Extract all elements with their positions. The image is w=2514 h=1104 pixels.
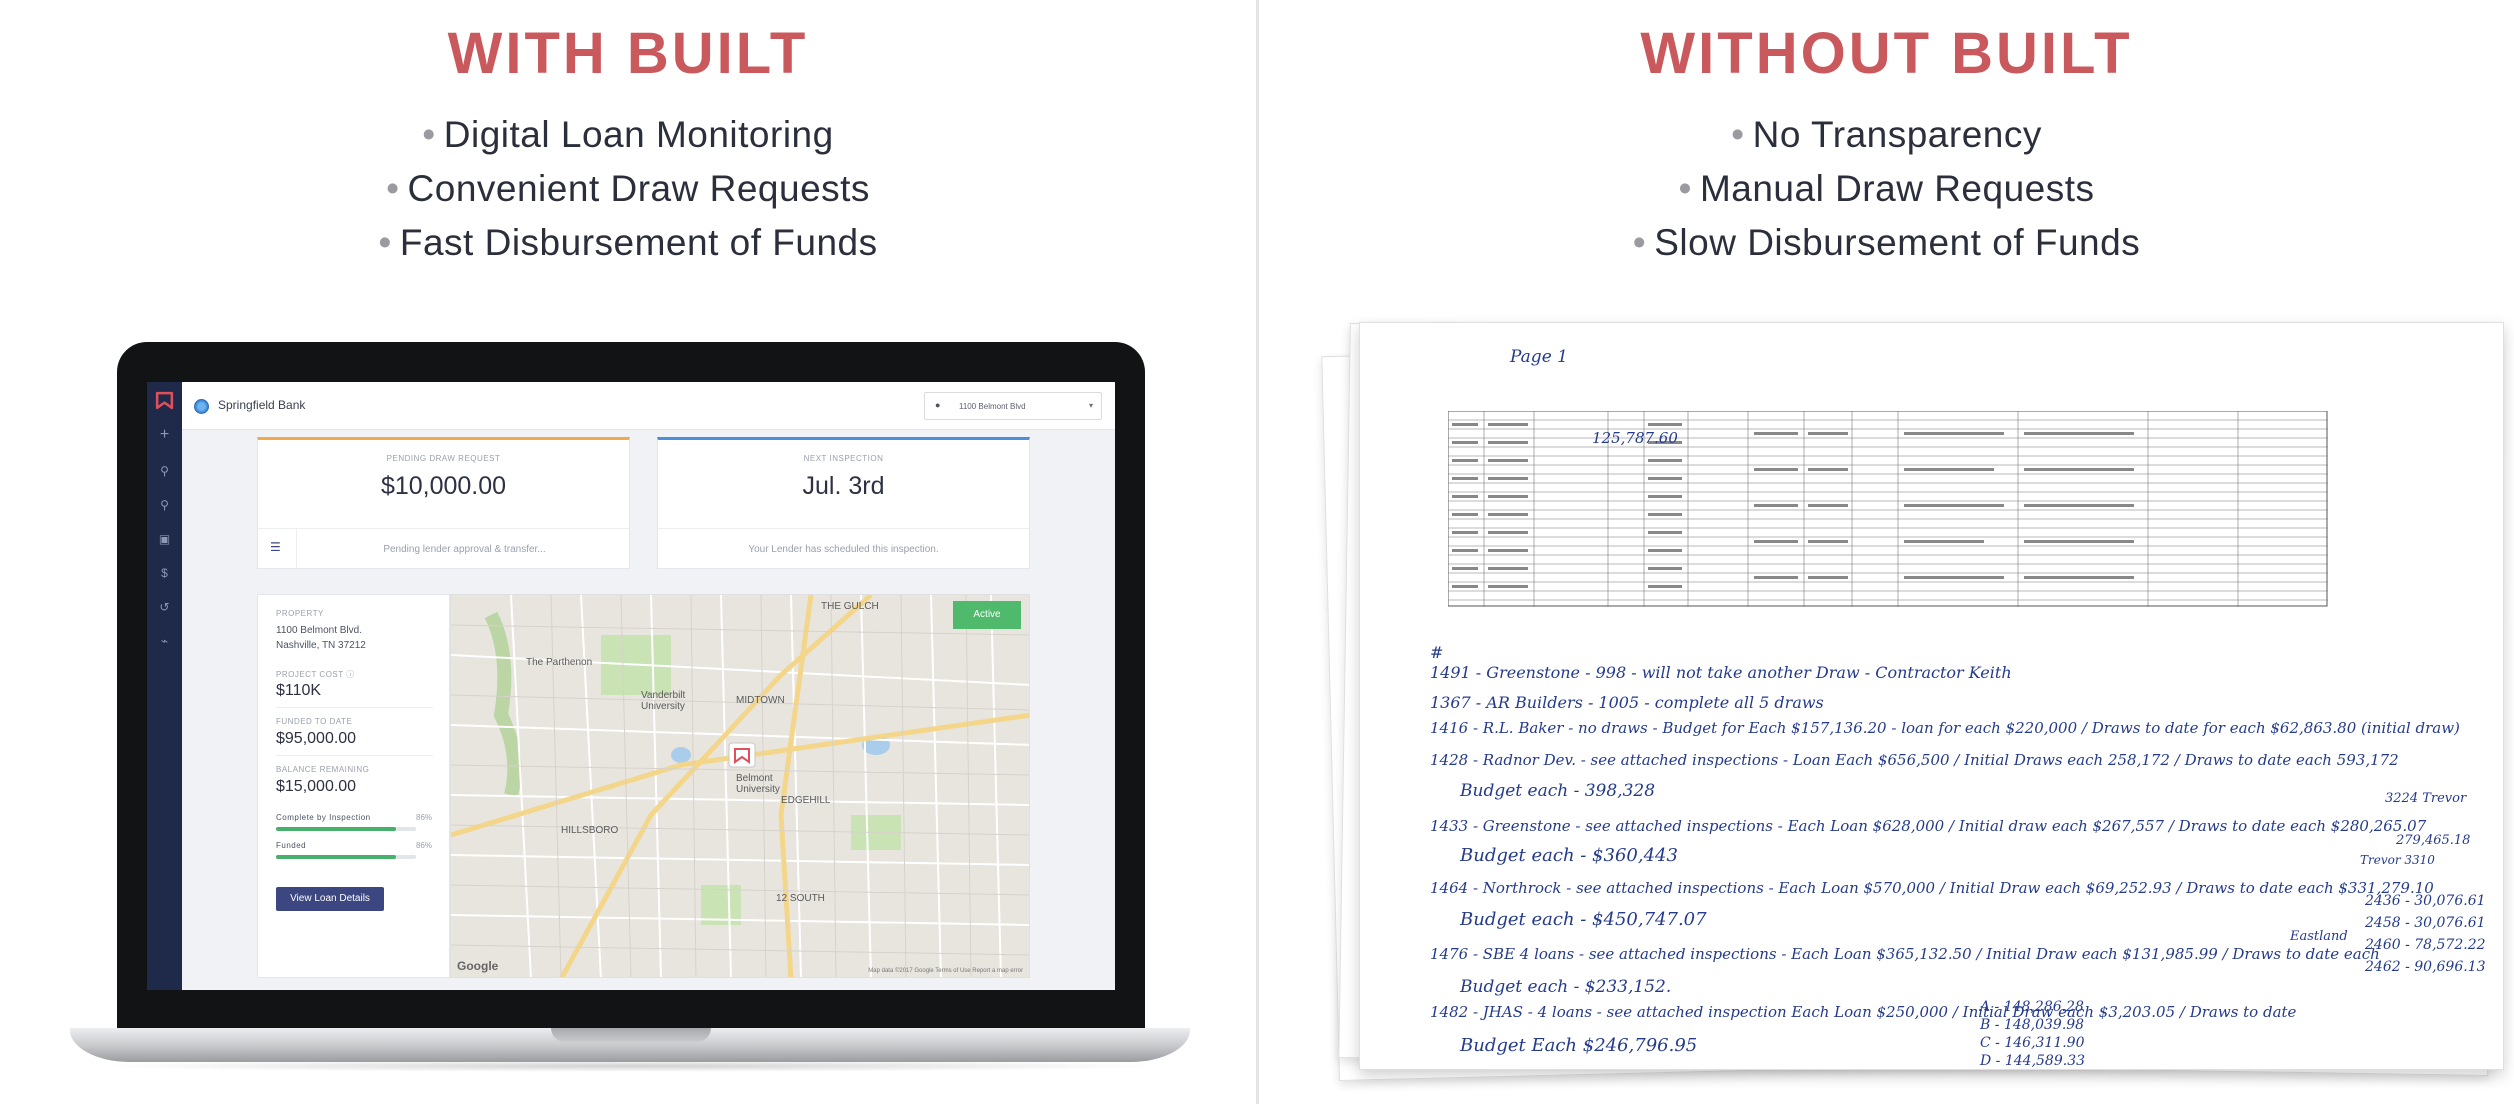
chart-icon[interactable]: ⌁ [147, 634, 182, 648]
note-line: Budget each - $360,443 [1460, 845, 1678, 866]
drawback-item: • No Transparency [1731, 114, 2042, 155]
info-icon[interactable]: ⓘ [346, 670, 355, 679]
plus-icon[interactable]: + [147, 427, 182, 443]
note-line: Budget Each $246,796.95 [1460, 1035, 1698, 1056]
with-built-panel: WITH BUILT • Digital Loan Monitoring • Con… [0, 0, 1256, 1104]
bank-logo-icon [194, 399, 209, 414]
laptop-notch [551, 1028, 711, 1042]
project-cost: $110K [276, 682, 322, 699]
without-built-drawbacks: • No Transparency • Manual Draw Requests •… [1259, 108, 2514, 270]
without-built-heading: WITHOUT BUILT [1640, 21, 2133, 86]
benefit-item: • Digital Loan Monitoring [422, 114, 834, 155]
list-icon[interactable]: ☰ [270, 540, 281, 554]
note-line: Budget each - 398,328 [1460, 781, 1656, 801]
google-logo: Google [457, 959, 499, 973]
completion-progress-bar [276, 827, 416, 831]
property-address-line2: Nashville, TN 37212 [276, 640, 366, 651]
funded-progress-bar [276, 855, 416, 859]
property-map[interactable]: THE GULCH EDGEHILL MIDTOWN Vanderbilt Un… [450, 594, 1030, 978]
view-loan-details-button[interactable]: View Loan Details [276, 887, 384, 911]
status-badge: Active [953, 601, 1021, 629]
note-line: 1433 - Greenstone - see attached inspect… [1430, 817, 2427, 835]
app-topbar: Springfield Bank ● 1100 Belmont Blvd ▾ [182, 382, 1115, 430]
note-line: 1476 - SBE 4 loans - see attached inspec… [1430, 945, 2380, 963]
dollar-icon[interactable]: $ [147, 566, 182, 580]
next-inspection-date: Jul. 3rd [802, 472, 885, 500]
note-line: 1491 - Greenstone - 998 - will not take … [1430, 663, 2012, 682]
without-built-panel: WITHOUT BUILT • No Transparency • Manual D… [1259, 0, 2514, 1104]
bank-name: Springfield Bank [218, 398, 306, 412]
map-attribution[interactable]: Map data ©2017 Google Terms of Use Repor… [868, 968, 1023, 974]
location-pin-icon[interactable]: ⚲ [147, 464, 182, 478]
with-built-heading: WITH BUILT [447, 21, 809, 86]
note-line: 1416 - R.L. Baker - no draws - Budget fo… [1430, 719, 2460, 737]
note-line: Budget each - $450,747.07 [1460, 909, 1707, 930]
pending-draw-card[interactable]: PENDING DRAW REQUEST $10,000.00 ☰ Pendin… [257, 437, 630, 569]
app-sidebar: + ⚲ ⚲ ▣ $ ↺ ⌁ [147, 382, 182, 990]
funded-to-date: $95,000.00 [276, 730, 357, 747]
benefit-item: • Convenient Draw Requests [386, 168, 870, 209]
next-inspection-card[interactable]: NEXT INSPECTION Jul. 3rd Your Lender has… [657, 437, 1030, 569]
drawback-item: • Manual Draw Requests [1678, 168, 2095, 209]
property-address-line1: 1100 Belmont Blvd. [276, 625, 362, 636]
with-built-benefits: • Digital Loan Monitoring • Convenient Dra… [0, 108, 1256, 270]
note-line: 1482 - JHAS - 4 loans - see attached ins… [1430, 1003, 2297, 1021]
history-icon[interactable]: ↺ [147, 600, 182, 614]
note-line: 1428 - Radnor Dev. - see attached inspec… [1430, 751, 2399, 769]
note-line: 1464 - Northrock - see attached inspecti… [1430, 879, 2434, 897]
balance-remaining: $15,000.00 [276, 778, 357, 795]
property-address-select[interactable]: ● 1100 Belmont Blvd ▾ [924, 392, 1102, 420]
location-pin-icon: ● [935, 400, 941, 410]
property-details-card: PROPERTY 1100 Belmont Blvd. Nashville, T… [257, 594, 450, 978]
camera-icon[interactable]: ▣ [147, 532, 182, 546]
printed-spreadsheet [1448, 411, 2328, 607]
note-line: Budget each - $233,152. [1460, 977, 1672, 997]
chevron-down-icon: ▾ [1088, 401, 1093, 410]
note-line: 1367 - AR Builders - 1005 - complete all… [1430, 693, 1824, 712]
drawback-item: • Slow Disbursement of Funds [1632, 222, 2141, 263]
handwritten-document: Page 1 125,787.60 # 1491 - Greenstone - … [1359, 322, 2504, 1070]
search-icon[interactable]: ⚲ [147, 498, 182, 512]
built-logo-icon[interactable] [154, 390, 175, 411]
benefit-item: • Fast Disbursement of Funds [378, 222, 878, 263]
pending-draw-amount: $10,000.00 [380, 472, 507, 500]
page-number: Page 1 [1510, 347, 1568, 367]
app-screen: + ⚲ ⚲ ▣ $ ↺ ⌁ Springfield Bank ● 1100 Be… [147, 382, 1115, 990]
